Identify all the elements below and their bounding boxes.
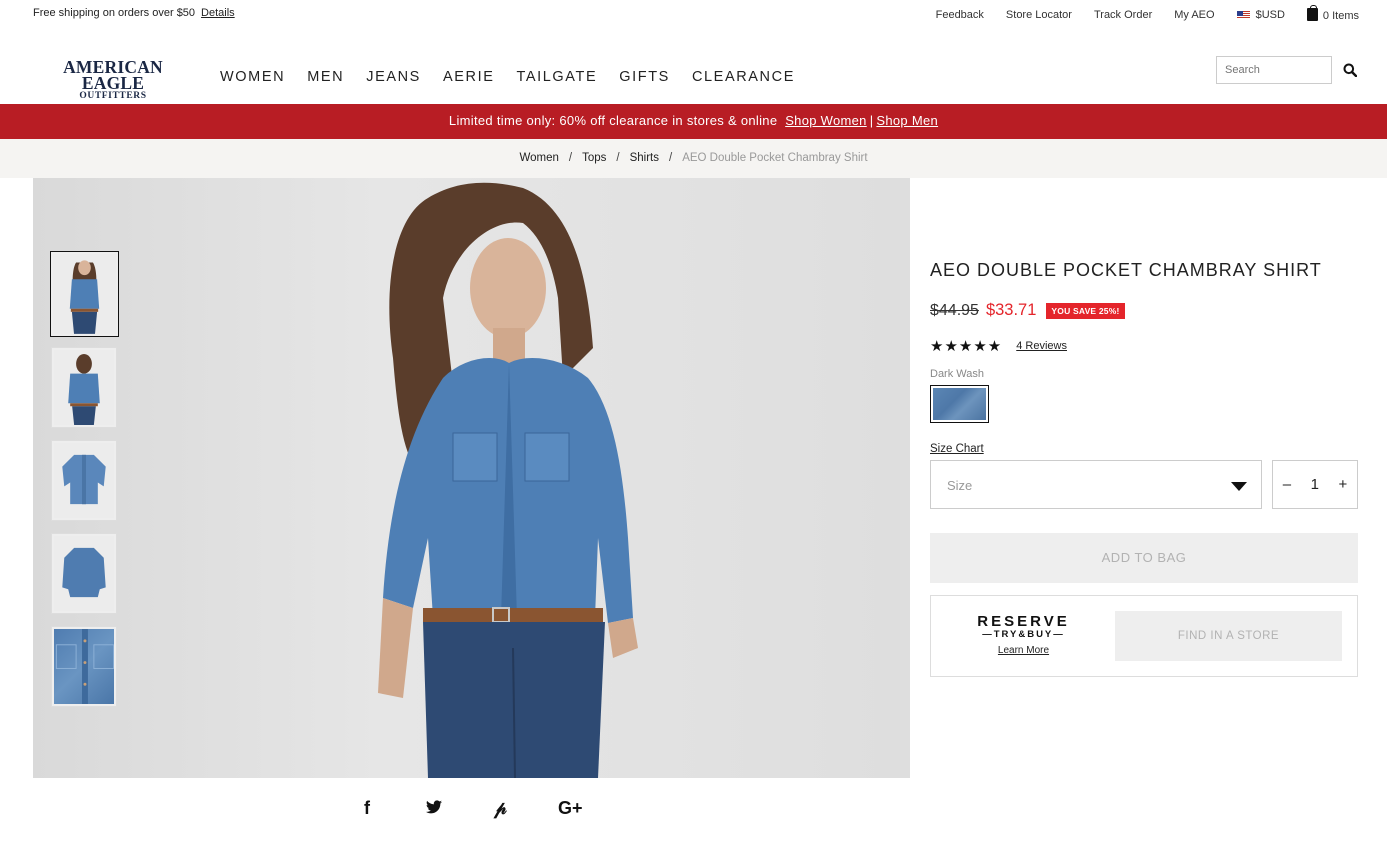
main-header: AMERICAN EAGLE OUTFITTERS WOMEN MEN JEAN… [0, 30, 1387, 104]
size-select[interactable]: Size [930, 460, 1262, 509]
breadcrumb-separator: / [616, 152, 620, 164]
product-main-image[interactable] [33, 178, 910, 778]
quantity-stepper: – 1 + [1272, 460, 1358, 509]
color-label: Dark Wash [930, 368, 984, 380]
rating-row: ★★★★★ 4 Reviews [930, 337, 1358, 355]
shopping-bag-icon [1306, 5, 1318, 21]
size-placeholder: Size [947, 478, 973, 493]
thumbnail-image [62, 454, 106, 505]
nav-aerie[interactable]: AERIE [443, 69, 495, 85]
thumbnail-model-front[interactable] [50, 251, 119, 337]
thumbnail-list [50, 251, 119, 719]
shop-women-link[interactable]: Shop Women [785, 113, 867, 128]
reserve-try-buy-panel: RESERVE —TRY&BUY— Learn More FIND IN A S… [930, 595, 1358, 677]
reserve-line1: RESERVE [977, 613, 1070, 630]
size-chart-link[interactable]: Size Chart [930, 443, 984, 455]
promo-text: Limited time only: 60% off clearance in … [448, 113, 778, 128]
reserve-line2: —TRY&BUY— [982, 629, 1065, 640]
color-swatch-dark-wash[interactable] [930, 385, 989, 423]
reserve-try-buy-logo: RESERVE —TRY&BUY— Learn More [976, 614, 1071, 658]
breadcrumb-tops[interactable]: Tops [582, 152, 606, 164]
logo-line2: OUTFITTERS [79, 91, 147, 101]
nav-men[interactable]: MEN [307, 69, 344, 85]
quantity-increase-button[interactable]: + [1338, 476, 1347, 493]
thumbnail-model-back[interactable] [51, 347, 117, 428]
thumbnail-image [62, 547, 106, 598]
price-row: $44.95 $33.71 YOU SAVE 25%! [930, 301, 1358, 320]
product-info-panel: AEO DOUBLE POCKET CHAMBRAY SHIRT $44.95 … [930, 260, 1358, 677]
twitter-bird-glyph [426, 800, 442, 814]
store-locator-link[interactable]: Store Locator [1006, 9, 1072, 21]
sale-price: $33.71 [985, 301, 1037, 319]
thumbnail-image [68, 353, 100, 425]
nav-clearance[interactable]: CLEARANCE [692, 69, 795, 85]
shipping-promo: Free shipping on orders over $50 Details [33, 7, 235, 19]
rating-stars: ★★★★★ [930, 338, 1003, 355]
breadcrumb: Women / Tops / Shirts / AEO Double Pocket Cham… [0, 139, 1387, 178]
swatch-fill [933, 388, 986, 420]
us-flag-icon [1236, 11, 1250, 20]
nav-jeans[interactable]: JEANS [366, 69, 421, 85]
brand-logo[interactable]: AMERICAN EAGLE OUTFITTERS [33, 57, 193, 101]
reviews-link[interactable]: 4 Reviews [1016, 340, 1067, 352]
breadcrumb-separator: / [668, 152, 673, 164]
currency-selector[interactable]: $USD [1236, 9, 1285, 21]
track-order-link[interactable]: Track Order [1094, 9, 1152, 21]
thumbnail-fabric-detail[interactable] [51, 626, 117, 707]
shopping-bag-link[interactable]: 0 Items [1306, 5, 1359, 22]
add-to-bag-button[interactable]: ADD TO BAG [930, 533, 1358, 583]
logo-line1: AMERICAN EAGLE [63, 57, 163, 93]
shop-men-link[interactable]: Shop Men [876, 113, 938, 128]
breadcrumb-women[interactable]: Women [519, 152, 558, 164]
size-quantity-row: Size – 1 + [930, 460, 1358, 509]
quantity-value[interactable]: 1 [1311, 476, 1319, 493]
breadcrumb-separator: / [568, 152, 573, 164]
bag-count: 0 Items [1322, 10, 1359, 22]
twitter-icon[interactable] [426, 798, 442, 819]
utility-bar: Free shipping on orders over $50 Details … [0, 0, 1387, 30]
search-input[interactable] [1216, 56, 1332, 84]
breadcrumb-shirts[interactable]: Shirts [630, 152, 659, 164]
shipping-text: Free shipping on orders over $50 [33, 7, 196, 19]
search-icon[interactable] [1343, 63, 1357, 77]
breadcrumb-current: AEO Double Pocket Chambray Shirt [682, 152, 868, 164]
product-title: AEO DOUBLE POCKET CHAMBRAY SHIRT [930, 260, 1322, 280]
nav-gifts[interactable]: GIFTS [619, 69, 670, 85]
thumbnail-shirt-flat-back[interactable] [51, 533, 117, 614]
savings-badge: YOU SAVE 25%! [1046, 302, 1125, 319]
facebook-icon[interactable]: f [364, 798, 370, 819]
find-in-store-button[interactable]: FIND IN A STORE [1115, 611, 1342, 661]
shipping-details-link[interactable]: Details [201, 7, 235, 19]
utility-links: Feedback Store Locator Track Order My AE… [936, 5, 1359, 22]
my-aeo-link[interactable]: My AEO [1174, 9, 1214, 21]
original-price: $44.95 [930, 301, 979, 319]
nav-women[interactable]: WOMEN [220, 69, 285, 85]
pinterest-icon[interactable]: 𝓅 [494, 798, 507, 819]
thumbnail-image [55, 629, 114, 704]
caret-down-icon [1231, 482, 1247, 491]
google-plus-icon[interactable]: G+ [558, 798, 583, 819]
thumbnail-image [69, 260, 100, 334]
model-photo [378, 182, 638, 778]
feedback-link[interactable]: Feedback [936, 9, 984, 21]
currency-label: $USD [1255, 9, 1285, 21]
learn-more-link[interactable]: Learn More [998, 645, 1049, 656]
promo-banner: Limited time only: 60% off clearance in … [0, 104, 1387, 139]
promo-separator: | [869, 113, 874, 128]
quantity-decrease-button[interactable]: – [1283, 476, 1291, 493]
nav-tailgate[interactable]: TAILGATE [516, 69, 597, 85]
thumbnail-shirt-flat-front[interactable] [51, 440, 117, 521]
main-nav: WOMEN MEN JEANS AERIE TAILGATE GIFTS CLE… [220, 69, 795, 85]
